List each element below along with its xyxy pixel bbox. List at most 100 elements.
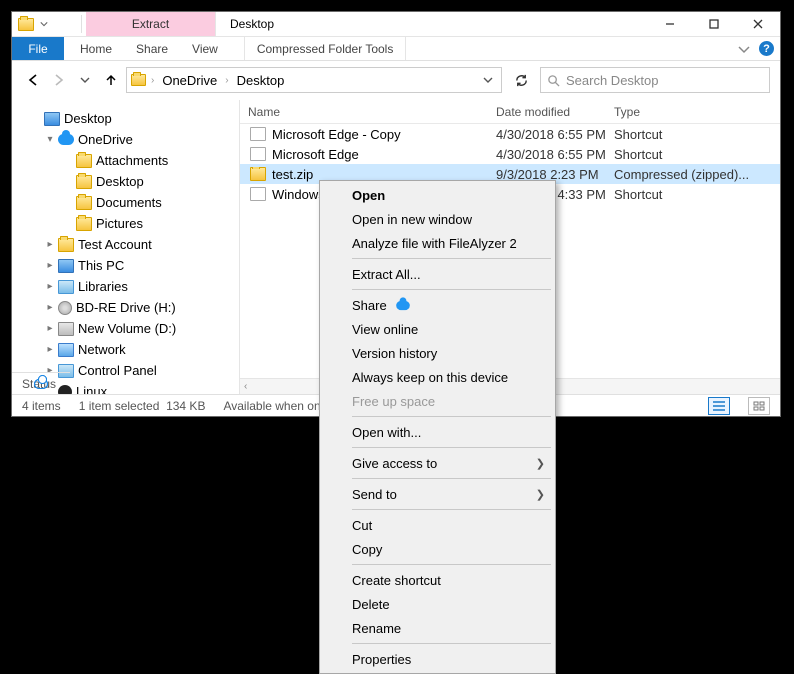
forward-arrow-icon xyxy=(52,73,66,87)
disk-icon xyxy=(58,301,72,315)
menu-item-send-to[interactable]: Send to❯ xyxy=(322,482,553,506)
expand-arrow-icon[interactable]: ▸ xyxy=(44,281,56,292)
menu-separator xyxy=(352,643,551,644)
addr-history-icon[interactable] xyxy=(483,75,493,85)
menu-item-extract-all[interactable]: Extract All... xyxy=(322,262,553,286)
breadcrumb-onedrive[interactable]: OneDrive xyxy=(159,73,220,88)
expand-arrow-icon[interactable]: ▸ xyxy=(44,344,56,355)
tab-file[interactable]: File xyxy=(12,37,64,60)
tree-item-pictures[interactable]: Pictures xyxy=(12,213,239,234)
column-name[interactable]: Name xyxy=(240,105,488,119)
chevron-right-icon[interactable]: › xyxy=(224,75,229,86)
cell-type: Shortcut xyxy=(606,187,780,202)
status-selection: 1 item selected 134 KB xyxy=(79,399,206,413)
tree-item-label: Documents xyxy=(96,195,162,210)
tree-item-desktop[interactable]: Desktop xyxy=(12,171,239,192)
tab-compressed-folder-tools[interactable]: Compressed Folder Tools xyxy=(244,37,407,60)
close-icon xyxy=(753,19,763,29)
tree-item-label: Attachments xyxy=(96,153,168,168)
help-icon[interactable]: ? xyxy=(759,41,774,56)
tree-item-new-volume-d-[interactable]: ▸New Volume (D:) xyxy=(12,318,239,339)
tree-item-label: BD-RE Drive (H:) xyxy=(76,300,176,315)
up-button[interactable] xyxy=(100,69,122,91)
tab-view[interactable]: View xyxy=(180,37,230,60)
details-view-icon xyxy=(713,401,725,411)
maximize-button[interactable] xyxy=(692,12,736,36)
chevron-right-icon[interactable]: › xyxy=(150,75,155,86)
tree-item-bd-re-drive-h-[interactable]: ▸ BD-RE Drive (H:) xyxy=(12,297,239,318)
expand-arrow-icon[interactable]: ▾ xyxy=(44,134,56,145)
back-button[interactable] xyxy=(22,69,44,91)
file-icon xyxy=(250,127,266,141)
tree-item-test-account[interactable]: ▸Test Account xyxy=(12,234,239,255)
expand-arrow-icon[interactable]: ▸ xyxy=(44,323,56,334)
file-icon xyxy=(250,187,266,201)
menu-separator xyxy=(352,289,551,290)
expand-arrow-icon[interactable]: ▸ xyxy=(44,302,56,313)
close-button[interactable] xyxy=(736,12,780,36)
up-arrow-icon xyxy=(104,73,118,87)
column-date[interactable]: Date modified xyxy=(488,105,606,119)
menu-item-share[interactable]: Share xyxy=(322,293,553,317)
contextual-tab-extract[interactable]: Extract xyxy=(86,12,216,36)
menu-item-version-history[interactable]: Version history xyxy=(322,341,553,365)
menu-item-view-online[interactable]: View online xyxy=(322,317,553,341)
menu-item-label: Open with... xyxy=(352,425,421,440)
breadcrumb-desktop[interactable]: Desktop xyxy=(234,73,288,88)
file-name-label: Microsoft Edge - Copy xyxy=(272,127,401,142)
tab-share[interactable]: Share xyxy=(124,37,180,60)
menu-item-open-in-new-window[interactable]: Open in new window xyxy=(322,207,553,231)
tree-item-label: Control Panel xyxy=(78,363,157,378)
menu-item-analyze-file-with-filealyzer-2[interactable]: Analyze file with FileAlyzer 2 xyxy=(322,231,553,255)
folder-icon xyxy=(76,175,92,189)
expand-arrow-icon[interactable]: ▸ xyxy=(44,239,56,250)
details-view-button[interactable] xyxy=(708,397,730,415)
cell-date: 4/30/2018 6:55 PM xyxy=(488,147,606,162)
tree-item-attachments[interactable]: Attachments xyxy=(12,150,239,171)
tree-item-onedrive[interactable]: ▾OneDrive xyxy=(12,129,239,150)
expand-arrow-icon[interactable]: ▸ xyxy=(44,260,56,271)
menu-item-properties[interactable]: Properties xyxy=(322,647,553,671)
search-icon xyxy=(547,74,560,87)
expand-ribbon-icon[interactable] xyxy=(737,42,751,56)
menu-item-label: Give access to xyxy=(352,456,437,471)
qat-dropdown-icon[interactable] xyxy=(40,20,48,28)
menu-item-open-with[interactable]: Open with... xyxy=(322,420,553,444)
tree-item-network[interactable]: ▸ Network xyxy=(12,339,239,360)
recent-locations-button[interactable] xyxy=(74,69,96,91)
search-box[interactable]: Search Desktop xyxy=(540,67,770,93)
tree-item-desktop[interactable]: Desktop xyxy=(12,108,239,129)
menu-item-label: Analyze file with FileAlyzer 2 xyxy=(352,236,517,251)
menu-item-give-access-to[interactable]: Give access to❯ xyxy=(322,451,553,475)
status-item-count: 4 items xyxy=(22,399,61,413)
navigation-pane[interactable]: Desktop▾OneDriveAttachmentsDesktopDocume… xyxy=(12,100,240,394)
menu-item-open[interactable]: Open xyxy=(322,183,553,207)
folder-icon xyxy=(131,74,146,86)
tree-item-libraries[interactable]: ▸ Libraries xyxy=(12,276,239,297)
forward-button[interactable] xyxy=(48,69,70,91)
cell-type: Shortcut xyxy=(606,127,780,142)
menu-item-create-shortcut[interactable]: Create shortcut xyxy=(322,568,553,592)
refresh-button[interactable] xyxy=(506,67,536,93)
menu-item-delete[interactable]: Delete xyxy=(322,592,553,616)
menu-item-copy[interactable]: Copy xyxy=(322,537,553,561)
menu-item-always-keep-on-this-device[interactable]: Always keep on this device xyxy=(322,365,553,389)
menu-item-cut[interactable]: Cut xyxy=(322,513,553,537)
monitor-icon xyxy=(44,112,60,126)
column-headers: Name Status Date modified Type xyxy=(240,100,780,124)
tree-item-label: Network xyxy=(78,342,126,357)
file-row[interactable]: Microsoft Edge4/30/2018 6:55 PMShortcut xyxy=(240,144,780,164)
cell-name: Microsoft Edge xyxy=(240,147,488,162)
menu-item-rename[interactable]: Rename xyxy=(322,616,553,640)
tree-item-label: Libraries xyxy=(78,279,128,294)
address-bar[interactable]: › OneDrive › Desktop xyxy=(126,67,502,93)
column-type[interactable]: Type xyxy=(606,105,780,119)
tree-item-this-pc[interactable]: ▸This PC xyxy=(12,255,239,276)
menu-item-label: Send to xyxy=(352,487,397,502)
minimize-button[interactable] xyxy=(648,12,692,36)
large-icons-view-button[interactable] xyxy=(748,397,770,415)
tab-home[interactable]: Home xyxy=(68,37,124,60)
file-row[interactable]: Microsoft Edge - Copy4/30/2018 6:55 PMSh… xyxy=(240,124,780,144)
menu-separator xyxy=(352,416,551,417)
tree-item-documents[interactable]: Documents xyxy=(12,192,239,213)
